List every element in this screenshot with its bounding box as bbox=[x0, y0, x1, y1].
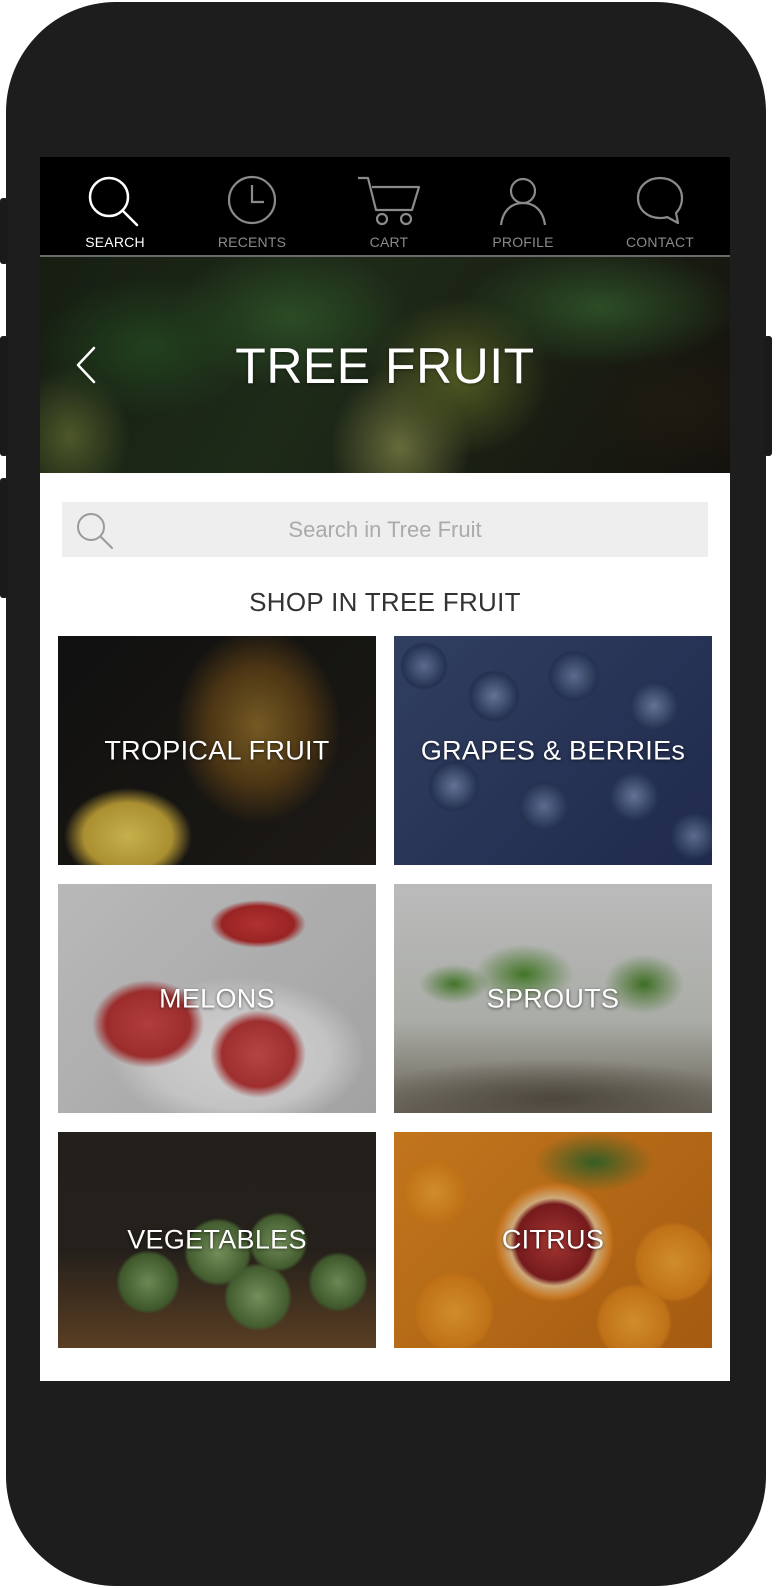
nav-label-recents: RECENTS bbox=[217, 234, 287, 250]
category-label: GRAPES & BERRIEs bbox=[420, 735, 686, 765]
user-icon bbox=[499, 177, 547, 226]
clock-icon bbox=[227, 175, 277, 225]
category-label: VEGETABLES bbox=[127, 1224, 307, 1255]
search-icon bbox=[77, 513, 113, 549]
nav-item-search[interactable]: SEARCH bbox=[46, 157, 184, 257]
category-label: TROPICAL FRUIT bbox=[104, 735, 330, 765]
search-icon bbox=[88, 176, 139, 227]
section-title: SHOP IN TREE FRUIT bbox=[249, 587, 521, 617]
search-bar[interactable] bbox=[62, 502, 708, 557]
nav-item-profile[interactable]: PROFILE bbox=[454, 157, 592, 257]
page-title: TREE FRUIT bbox=[235, 338, 535, 394]
category-tile-melons[interactable]: MELONS bbox=[58, 884, 376, 1113]
mute-switch bbox=[0, 198, 8, 264]
category-tile-sprouts[interactable]: SPROUTS bbox=[394, 884, 712, 1113]
search-input[interactable] bbox=[62, 502, 708, 557]
app-screen: SEARCH RECENTS CART PROFILE CONTACT TREE… bbox=[40, 157, 730, 1381]
category-tile-tropical-fruit[interactable]: TROPICAL FRUIT bbox=[58, 636, 376, 865]
cart-icon bbox=[358, 176, 421, 226]
nav-item-cart[interactable]: CART bbox=[320, 157, 458, 257]
category-tile-citrus[interactable]: CITRUS bbox=[394, 1132, 712, 1348]
nav-item-recents[interactable]: RECENTS bbox=[183, 157, 321, 257]
volume-up-button bbox=[0, 336, 8, 456]
volume-down-button bbox=[0, 478, 8, 598]
nav-label-profile: PROFILE bbox=[492, 234, 554, 250]
hero-banner: TREE FRUIT bbox=[40, 257, 730, 473]
category-label: CITRUS bbox=[501, 1224, 605, 1255]
nav-label-search: SEARCH bbox=[85, 234, 145, 250]
top-nav-bar: SEARCH RECENTS CART PROFILE CONTACT bbox=[40, 157, 730, 257]
category-tile-vegetables[interactable]: VEGETABLES bbox=[58, 1132, 376, 1348]
power-button bbox=[764, 336, 772, 456]
category-label: SPROUTS bbox=[486, 983, 620, 1013]
category-tile-grapes-berries[interactable]: GRAPES & BERRIEs bbox=[394, 636, 712, 865]
category-label: MELONS bbox=[159, 983, 275, 1013]
chat-bubble-icon bbox=[636, 176, 684, 225]
nav-item-contact[interactable]: CONTACT bbox=[591, 157, 729, 257]
nav-label-contact: CONTACT bbox=[625, 234, 695, 250]
nav-label-cart: CART bbox=[369, 234, 409, 250]
